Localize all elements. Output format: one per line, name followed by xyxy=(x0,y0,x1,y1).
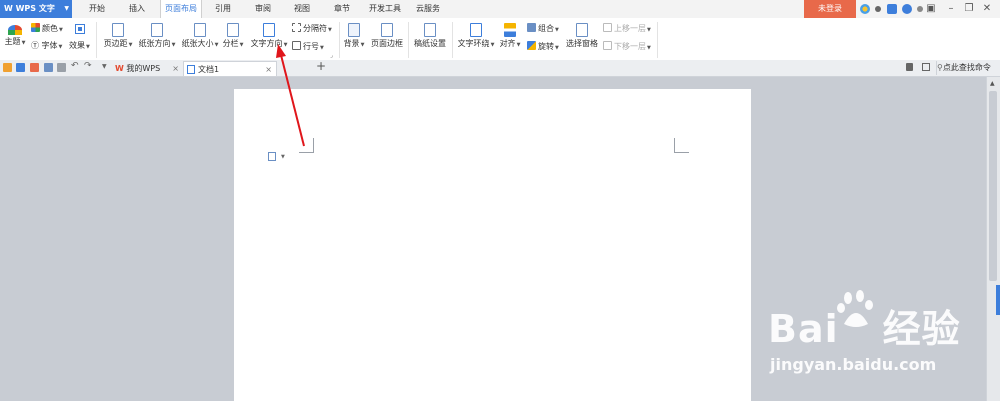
watermark-url: jingyan.baidu.com xyxy=(770,355,937,374)
baidu-paw-icon xyxy=(837,290,873,327)
watermark-logo-right: 经验 xyxy=(882,307,961,351)
watermark-logo-left: Bai xyxy=(768,307,839,351)
arrow-head xyxy=(276,44,286,58)
arrow-shaft xyxy=(280,54,305,147)
